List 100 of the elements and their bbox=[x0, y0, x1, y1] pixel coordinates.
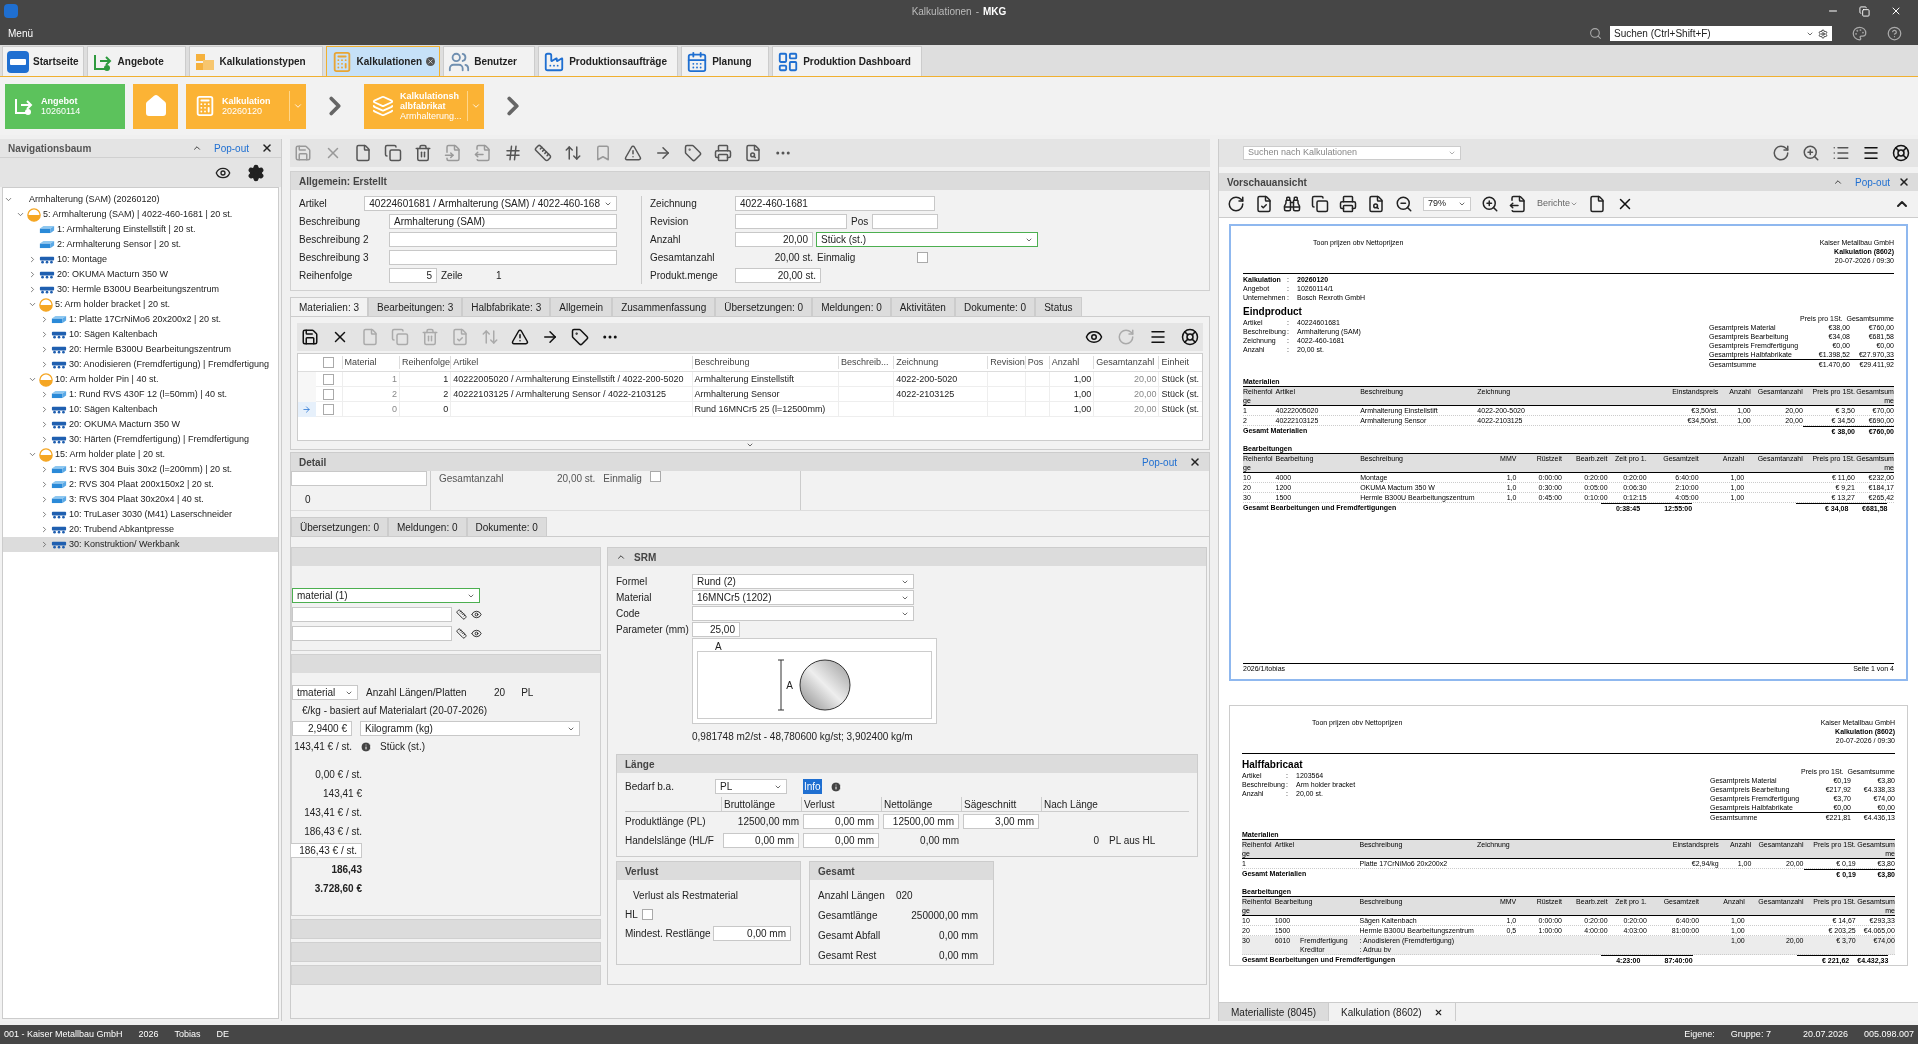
unit-dropdown[interactable]: Stück (st.) bbox=[816, 232, 1038, 247]
lifebuoy-icon[interactable] bbox=[1181, 328, 1199, 346]
module-tab[interactable]: Produktionsaufträge bbox=[538, 46, 679, 76]
column-header[interactable]: Pos bbox=[1024, 355, 1049, 370]
eye-icon[interactable] bbox=[471, 609, 482, 620]
info-icon[interactable] bbox=[829, 780, 842, 793]
section-tab[interactable]: Meldungen: 0 bbox=[387, 517, 467, 536]
help-icon[interactable] bbox=[1887, 26, 1902, 41]
section-tab[interactable]: Materialien: 3 bbox=[290, 297, 369, 316]
tree-item[interactable]: 20: OKUMA Macturn 350 W bbox=[3, 267, 278, 282]
palette-icon[interactable] bbox=[1852, 26, 1867, 41]
tree-item[interactable]: 1: Rund RVS 430F 12 (l=50mm) | 40 st. bbox=[3, 387, 278, 402]
close-icon[interactable] bbox=[1898, 176, 1910, 188]
tree-item[interactable]: 10: Sägen Kaltenbach bbox=[3, 402, 278, 417]
close-icon[interactable] bbox=[261, 142, 273, 154]
tab-close-icon[interactable] bbox=[1433, 1007, 1443, 1017]
module-tab[interactable]: Angebote bbox=[86, 46, 186, 76]
info-icon[interactable] bbox=[360, 740, 372, 753]
save-icon[interactable] bbox=[301, 328, 319, 346]
delete-icon[interactable] bbox=[414, 144, 432, 162]
order-field[interactable]: 5 bbox=[389, 268, 437, 283]
tab-close-button[interactable] bbox=[426, 57, 436, 66]
column-header[interactable]: Zeichnung bbox=[893, 355, 988, 370]
description-3-field[interactable] bbox=[389, 250, 617, 265]
tag-icon[interactable] bbox=[571, 328, 589, 346]
popout-link[interactable]: Pop-out bbox=[1854, 174, 1890, 190]
material-dropdown[interactable]: material (1) bbox=[292, 588, 480, 603]
price-field[interactable]: 186,43 € / st. bbox=[291, 843, 362, 858]
tree-item[interactable]: 30: Hermle B300U Bearbeitungszentrum bbox=[3, 282, 278, 297]
pencil-ruler-icon[interactable] bbox=[456, 609, 467, 620]
close-icon[interactable] bbox=[1890, 5, 1902, 17]
popout-link[interactable]: Pop-out bbox=[213, 140, 249, 156]
settings-icon[interactable] bbox=[247, 163, 265, 182]
table-row[interactable]: 1 1 40222005020 / Armhalterung Einstellstift / 4022-200-5020 Armhalterung Einstellstift 4022-200-5020 1,00 20,00 Stück (st. bbox=[298, 372, 1202, 387]
section-tab[interactable]: Meldungen: 0 bbox=[812, 297, 891, 316]
text-field[interactable] bbox=[292, 626, 452, 641]
status-language[interactable]: DE bbox=[216, 1027, 230, 1042]
new-file-icon[interactable] bbox=[354, 144, 372, 162]
status-user[interactable]: Tobias bbox=[174, 1027, 201, 1042]
checkbox[interactable] bbox=[649, 471, 661, 482]
module-tab[interactable]: Produktion Dashboard bbox=[772, 46, 923, 76]
tree-item[interactable]: 10: Sägen Kaltenbach bbox=[3, 327, 278, 342]
document-search-icon[interactable] bbox=[744, 144, 762, 162]
table-row[interactable]: 0 0 Rund 16MNCr5 25 (l=12500mm) 1,00 20,00 Stück (st. bbox=[298, 402, 1202, 417]
hash-icon[interactable] bbox=[504, 144, 522, 162]
tree-item[interactable]: 20: Hermle B300U Bearbeitungszentrum bbox=[3, 342, 278, 357]
document-icon[interactable] bbox=[1588, 195, 1607, 213]
close-icon[interactable] bbox=[1189, 456, 1201, 468]
section-tab[interactable]: Status bbox=[1035, 297, 1082, 316]
lifebuoy-icon[interactable] bbox=[1892, 144, 1910, 162]
import-icon[interactable] bbox=[444, 144, 462, 162]
tree-item[interactable]: 10: Montage bbox=[3, 252, 278, 267]
description-2-field[interactable] bbox=[389, 232, 617, 247]
tree-item[interactable]: 20: Trubend Abkantpresse bbox=[3, 522, 278, 537]
min-rest-length-field[interactable]: 0,00 mm bbox=[713, 926, 791, 941]
rest-material-dropdown[interactable]: tmaterial bbox=[292, 685, 358, 700]
checkbox[interactable] bbox=[917, 252, 928, 263]
column-header[interactable]: Beschreib... bbox=[837, 355, 894, 370]
length-field[interactable]: 12500,00 mm bbox=[883, 814, 959, 829]
export-icon[interactable] bbox=[1509, 195, 1527, 213]
checkbox[interactable] bbox=[323, 373, 335, 385]
settings-icon[interactable] bbox=[1818, 28, 1828, 39]
demand-dropdown[interactable]: PL bbox=[715, 779, 787, 794]
length-field[interactable]: 0,00 mm bbox=[723, 833, 799, 848]
column-header[interactable]: Artikel bbox=[450, 355, 692, 370]
report-tab[interactable]: Materialliste (8045) bbox=[1219, 1003, 1330, 1021]
warning-icon[interactable] bbox=[511, 328, 529, 346]
dropdown-caret-icon[interactable] bbox=[1448, 149, 1456, 157]
zoom-out-icon[interactable] bbox=[1395, 195, 1413, 213]
column-header[interactable]: Einheit bbox=[1158, 355, 1202, 370]
section-tab[interactable]: Übersetzungen: 0 bbox=[715, 297, 813, 316]
column-header[interactable]: Anzahl bbox=[1048, 355, 1094, 370]
text-field[interactable] bbox=[291, 471, 427, 486]
table-row[interactable]: 2 2 40222103125 / Armhalterung Sensor / 4022-2103125 Armhalterung Sensor 4022-2103125 1,00 20,00 Stück (st. bbox=[298, 387, 1202, 402]
refresh-icon[interactable] bbox=[1227, 195, 1245, 213]
document-icon[interactable] bbox=[1255, 195, 1273, 213]
revision-field[interactable] bbox=[735, 214, 847, 229]
module-tab[interactable]: Kalkulationstypen bbox=[188, 46, 323, 76]
tree-item[interactable]: 30: Härten (Fremdfertigung) | Fremdfertigung bbox=[3, 432, 278, 447]
checkbox[interactable] bbox=[641, 909, 653, 920]
status-company[interactable]: 001 - Kaiser Metallbau GmbH bbox=[4, 1027, 123, 1042]
forward-icon[interactable] bbox=[541, 328, 559, 346]
section-tab[interactable]: Übersetzungen: 0 bbox=[291, 517, 388, 536]
menu-icon[interactable] bbox=[1149, 328, 1167, 346]
module-tab[interactable]: Startseite bbox=[2, 46, 84, 76]
column-header[interactable]: Material bbox=[341, 355, 399, 370]
tree-item[interactable]: 3: RVS 304 Plaat 30x20x4 | 40 st. bbox=[3, 492, 278, 507]
tree-item[interactable]: 1: RVS 304 Buis 30x2 (l=200mm) | 20 st. bbox=[3, 462, 278, 477]
tree-item[interactable]: 1: Armhalterung Einstellstift | 20 st. bbox=[3, 222, 278, 237]
length-field[interactable]: 0,00 mm bbox=[803, 814, 879, 829]
tree-item[interactable]: 10: Arm holder Pin | 40 st. bbox=[3, 372, 278, 387]
column-header[interactable]: Beschreibung bbox=[691, 355, 838, 370]
tree-item[interactable]: 2: Armhalterung Sensor | 20 st. bbox=[3, 237, 278, 252]
eye-icon[interactable] bbox=[471, 628, 482, 639]
price-field[interactable]: 2,9400 € bbox=[292, 721, 352, 736]
article-field[interactable]: 40224601681 / Armhalterung (SAM) / 4022-460-168 bbox=[364, 196, 617, 211]
print-icon[interactable] bbox=[1339, 195, 1357, 213]
module-tab[interactable]: Kalkulationen bbox=[325, 46, 441, 76]
tree-item[interactable]: 15: Arm holder plate | 20 st. bbox=[3, 447, 278, 462]
length-field[interactable]: 3,00 mm bbox=[963, 814, 1039, 829]
